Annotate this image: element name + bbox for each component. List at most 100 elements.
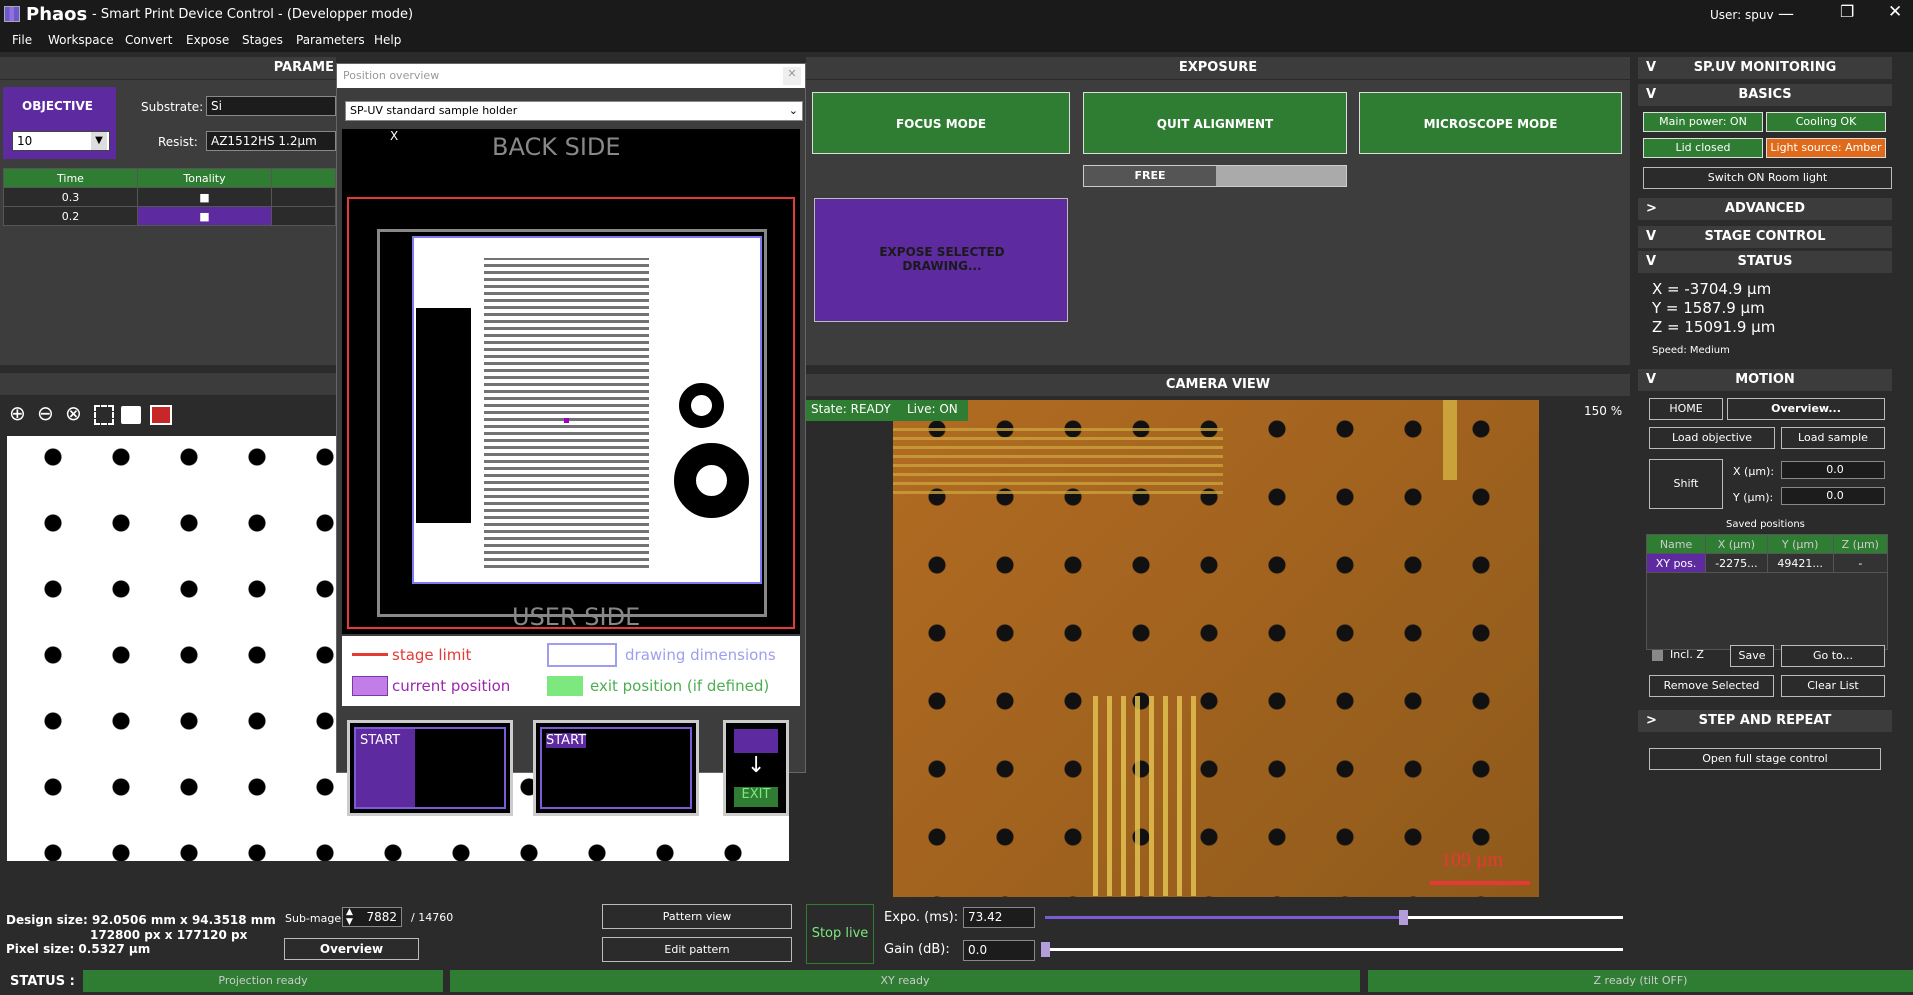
open-full-stage-button[interactable]: Open full stage control <box>1649 748 1881 770</box>
free-toggle[interactable]: FREE <box>1083 165 1347 187</box>
user-side-label: USER SIDE <box>512 603 641 631</box>
tonality-check[interactable]: ■ <box>137 187 272 207</box>
microscope-mode-button[interactable]: MICROSCOPE MODE <box>1359 92 1622 154</box>
status-header: V STATUS <box>1638 251 1892 273</box>
shift-y-field[interactable]: 0.0 <box>1781 487 1885 505</box>
expo-field[interactable]: 73.42 <box>963 907 1035 928</box>
shift-x-field[interactable]: 0.0 <box>1781 461 1885 479</box>
overview-stage-button[interactable]: Overview... <box>1727 398 1885 420</box>
home-button[interactable]: HOME <box>1649 398 1723 420</box>
objective-box: OBJECTIVE 10 ▼ <box>3 87 116 159</box>
expand-icon[interactable]: > <box>1646 710 1657 732</box>
menu-file[interactable]: File <box>12 33 32 47</box>
restore-icon[interactable]: ❐ <box>1840 2 1854 21</box>
gain-slider[interactable] <box>1041 942 1623 957</box>
stage-speed: Speed: Medium <box>1652 345 1730 356</box>
minimize-icon[interactable]: — <box>1778 4 1794 23</box>
room-light-button[interactable]: Switch ON Room light <box>1643 167 1892 189</box>
drawing-area <box>412 236 762 584</box>
pattern-view-button[interactable]: Pattern view <box>602 904 792 929</box>
row-time[interactable]: 0.3 <box>3 187 138 207</box>
zoom-in-icon[interactable]: ⊕ <box>9 401 26 425</box>
row-time[interactable]: 0.2 <box>3 206 138 226</box>
saved-positions-label: Saved positions <box>1726 519 1805 530</box>
advanced-header[interactable]: > ADVANCED <box>1638 198 1892 220</box>
objective-select[interactable]: 10 ▼ <box>12 131 110 151</box>
load-objective-button[interactable]: Load objective <box>1649 427 1775 449</box>
substrate-field[interactable]: Si <box>206 96 336 116</box>
substrate-label: Substrate: <box>141 100 204 114</box>
collapse-icon[interactable]: V <box>1646 57 1656 79</box>
resist-field[interactable]: AZ1512HS 1.2µm <box>206 131 336 151</box>
motion-header: V MOTION <box>1638 369 1892 391</box>
monitor-header: V SP.UV MONITORING <box>1638 57 1892 79</box>
saved-positions-grid: Name X (µm) Y (µm) Z (µm) XY pos. -2275... 49… <box>1645 534 1889 573</box>
remove-selected-button[interactable]: Remove Selected <box>1649 675 1774 697</box>
cooling-badge: Cooling OK <box>1766 112 1886 132</box>
chevron-down-icon: ⌄ <box>788 104 798 117</box>
quit-alignment-button[interactable]: QUIT ALIGNMENT <box>1083 92 1347 154</box>
stage-y: Y = 1587.9 µm <box>1652 299 1765 317</box>
table-row[interactable]: XY pos. -2275... 49421... - <box>1645 553 1889 573</box>
exit-button[interactable]: ↓ EXIT <box>723 720 789 816</box>
design-px: 172800 px x 177120 px <box>90 928 248 942</box>
image-icon[interactable] <box>150 405 172 425</box>
gain-slider-handle[interactable] <box>1041 942 1050 957</box>
legend-drawing-dimensions: drawing dimensions <box>625 646 776 664</box>
gain-field[interactable]: 0.0 <box>963 940 1035 961</box>
submage-total: / 14760 <box>411 911 454 924</box>
incl-z-checkbox[interactable] <box>1652 650 1663 661</box>
status-z: Z ready (tilt OFF) <box>1368 970 1913 992</box>
status-xy: XY ready <box>450 970 1360 992</box>
holder-select[interactable]: SP-UV standard sample holder ⌄ <box>345 101 803 121</box>
menu-help[interactable]: Help <box>374 33 401 47</box>
save-button[interactable]: Save <box>1730 645 1774 667</box>
stage-limit-swatch <box>352 653 388 656</box>
overview-button[interactable]: Overview <box>284 938 419 960</box>
expose-selected-button[interactable]: EXPOSE SELECTED DRAWING... <box>814 198 1068 322</box>
lid-badge: Lid closed <box>1643 138 1763 158</box>
expo-slider[interactable] <box>1045 910 1623 925</box>
step-repeat-header[interactable]: > STEP AND REPEAT <box>1638 710 1892 732</box>
print-icon[interactable] <box>121 406 141 424</box>
menu-stages[interactable]: Stages <box>242 33 283 47</box>
expo-slider-handle[interactable] <box>1399 910 1409 925</box>
legend-current-position: current position <box>392 677 511 695</box>
expand-icon[interactable]: > <box>1646 198 1657 220</box>
menu-workspace[interactable]: Workspace <box>48 33 114 47</box>
menu-convert[interactable]: Convert <box>125 33 172 47</box>
collapse-icon[interactable]: V <box>1646 251 1656 273</box>
po-close-icon[interactable]: ✕ <box>783 67 801 85</box>
collapse-icon[interactable]: V <box>1646 369 1656 391</box>
start-label: START <box>360 733 401 748</box>
params-header: PARAME <box>0 57 336 79</box>
collapse-icon[interactable]: V <box>1646 226 1656 248</box>
camera-live: Live: ON <box>907 402 958 416</box>
zoom-out-icon[interactable]: ⊖ <box>37 401 54 425</box>
select-icon[interactable] <box>94 405 114 425</box>
start-button-1[interactable]: START <box>347 720 513 816</box>
menu-expose[interactable]: Expose <box>186 33 229 47</box>
goto-button[interactable]: Go to... <box>1781 645 1885 667</box>
camera-feed[interactable]: 109 µm <box>893 400 1539 897</box>
menu-parameters[interactable]: Parameters <box>296 33 365 47</box>
tonality-check[interactable]: ■ <box>137 206 272 226</box>
position-overview-window: Position overview ✕ SP-UV standard sampl… <box>336 63 806 816</box>
stop-live-button[interactable]: Stop live <box>806 904 874 964</box>
sample-map[interactable]: BACK SIDE X USER SIDE <box>342 129 800 634</box>
close-icon[interactable]: ✕ <box>1888 2 1902 22</box>
focus-mode-button[interactable]: FOCUS MODE <box>812 92 1070 154</box>
start-button-2[interactable]: START <box>533 720 699 816</box>
stage-z: Z = 15091.9 µm <box>1652 318 1776 336</box>
submage-field[interactable]: ▲ ▼ 7882 <box>342 907 402 927</box>
clear-list-button[interactable]: Clear List <box>1781 675 1885 697</box>
edit-pattern-button[interactable]: Edit pattern <box>602 937 792 962</box>
zoom-fit-icon[interactable]: ⊗ <box>65 401 82 425</box>
status-projection: Projection ready <box>83 970 443 992</box>
collapse-icon[interactable]: V <box>1646 84 1656 106</box>
shift-button[interactable]: Shift <box>1649 459 1723 509</box>
stepper-icon[interactable]: ▲ ▼ <box>346 907 353 927</box>
load-sample-button[interactable]: Load sample <box>1781 427 1885 449</box>
exit-position-swatch <box>547 676 583 696</box>
col-y: Y (µm) <box>1766 534 1834 554</box>
